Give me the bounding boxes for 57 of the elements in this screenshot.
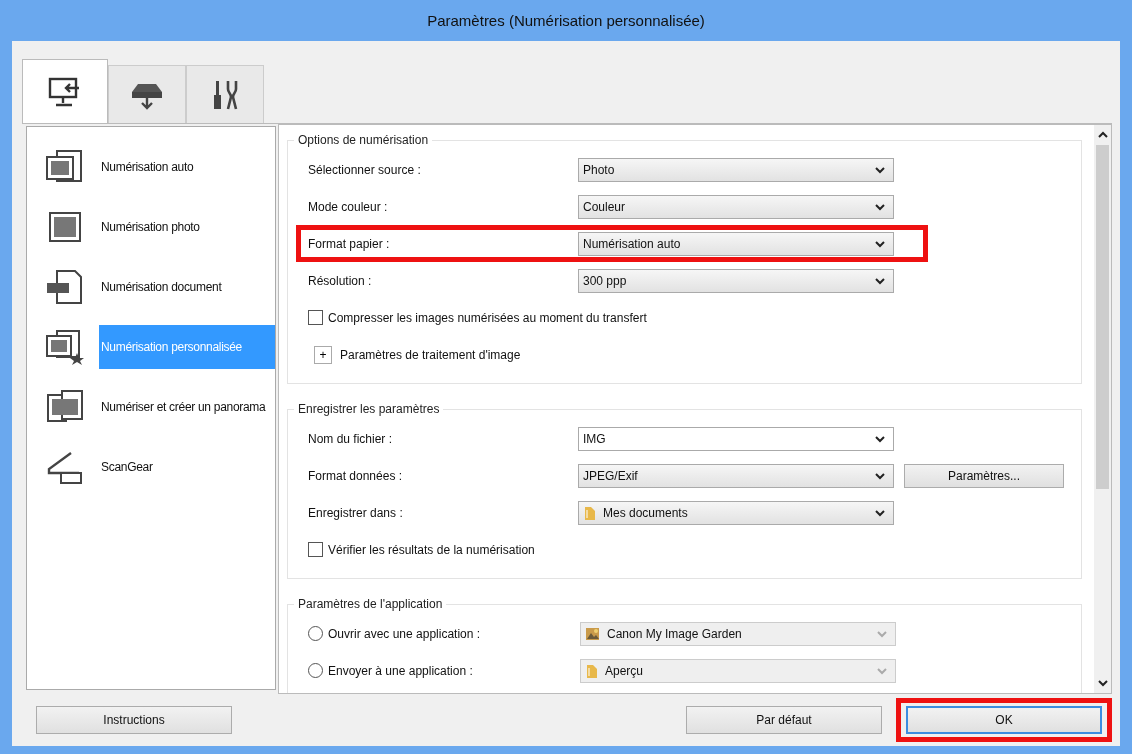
- dropdown[interactable]: Photo: [578, 157, 894, 182]
- section-label: Paramètres de traitement d'image: [340, 347, 521, 362]
- dropdown[interactable]: JPEG/Exif: [578, 463, 894, 488]
- sidebar-item[interactable]: Numérisation photo: [99, 205, 275, 249]
- expand-button[interactable]: +: [314, 345, 332, 364]
- scroll-down-icon: [1097, 679, 1108, 687]
- caret-icon: [875, 508, 885, 517]
- group-title: Paramètres de l'application: [297, 597, 444, 611]
- dropdown[interactable]: 300 ppp: [578, 268, 894, 293]
- field-label: Format papier :: [308, 236, 391, 251]
- caret-icon: [875, 276, 885, 285]
- sidebar-item[interactable]: Numérisation auto: [99, 145, 275, 189]
- checkbox-label: Compresser les images numérisées au moment du transfert: [328, 310, 647, 325]
- group-title: Enregistrer les paramètres: [297, 402, 441, 416]
- pdf-document-icon: [45, 269, 85, 305]
- caret-icon: [877, 629, 887, 638]
- dialog-button[interactable]: OK: [906, 706, 1102, 734]
- caret-icon: [875, 202, 885, 211]
- checkbox-label: Vérifier les résultats de la numérisation: [328, 542, 535, 557]
- folder-icon: [583, 504, 597, 521]
- radio-label: Envoyer à une application :: [328, 663, 474, 678]
- dropdown[interactable]: Couleur: [578, 194, 894, 219]
- group-title: Options de numérisation: [297, 133, 430, 147]
- dialog-button[interactable]: Instructions: [36, 706, 232, 734]
- field-label: Format données :: [308, 468, 404, 483]
- dropdown[interactable]: Numérisation auto: [578, 231, 894, 256]
- scroll-up-icon: [1097, 131, 1108, 139]
- caret-icon: [875, 434, 885, 443]
- field-label: Mode couleur :: [308, 199, 389, 214]
- tab[interactable]: [22, 59, 108, 123]
- folder-icon: [585, 662, 599, 679]
- radio-label: Ouvrir avec une application :: [328, 626, 482, 641]
- field-label: Nom du fichier :: [308, 431, 394, 446]
- field-label: Résolution :: [308, 273, 373, 288]
- caret-icon: [877, 666, 887, 675]
- panorama-icon: [45, 389, 85, 425]
- caret-icon: [875, 239, 885, 248]
- pages-star-icon: [45, 329, 85, 365]
- dropdown[interactable]: Mes documents: [578, 500, 894, 525]
- dropdown[interactable]: IMG: [578, 426, 894, 451]
- sidebar-item[interactable]: Numérisation document: [99, 265, 275, 309]
- tab[interactable]: [108, 65, 186, 123]
- sidebar-item[interactable]: ScanGear: [99, 445, 275, 489]
- tab[interactable]: [186, 65, 264, 123]
- photo-app-icon: [585, 625, 601, 642]
- stacked-pages-icon: [45, 149, 85, 185]
- sidebar-item[interactable]: Numériser et créer un panorama: [99, 385, 275, 429]
- settings-button[interactable]: Paramètres...: [904, 463, 1064, 488]
- caret-icon: [875, 165, 885, 174]
- scanner-lid-icon: [45, 449, 85, 485]
- dialog-button[interactable]: Par défaut: [686, 706, 882, 734]
- field-label: Enregistrer dans :: [308, 505, 404, 520]
- checkbox[interactable]: [308, 542, 323, 557]
- field-label: Sélectionner source :: [308, 162, 422, 177]
- window-title: Paramètres (Numérisation personnalisée): [427, 12, 705, 29]
- checkbox[interactable]: [308, 310, 323, 325]
- caret-icon: [875, 471, 885, 480]
